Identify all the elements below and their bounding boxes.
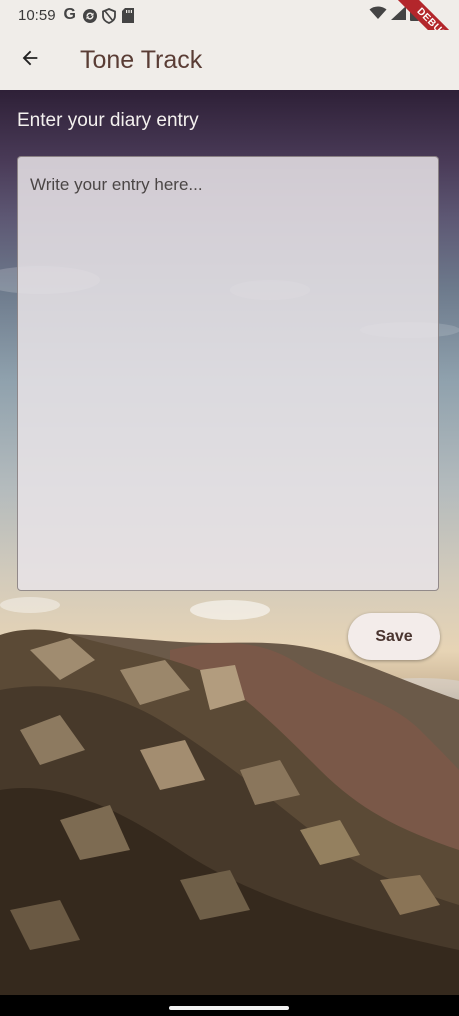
back-button[interactable] [0,30,60,90]
cell-signal-icon [391,6,406,24]
wifi-icon [369,6,387,24]
page-title: Tone Track [80,45,203,74]
home-gesture-handle[interactable] [169,1006,289,1010]
entry-label: Enter your diary entry [17,110,199,131]
status-right [369,5,419,25]
shield-icon [102,8,116,24]
battery-icon [410,5,419,25]
navigation-bar [0,995,459,1016]
diary-entry-input[interactable] [17,156,439,591]
status-time: 10:59 [18,6,56,24]
save-button[interactable]: Save [348,613,440,660]
status-left: 10:59 G [18,6,136,24]
sd-card-icon [122,8,136,23]
sync-icon [82,8,97,23]
google-icon: G [63,6,76,23]
arrow-back-icon [19,47,41,74]
app-bar: Tone Track [0,30,459,90]
status-bar: 10:59 G [0,0,459,30]
